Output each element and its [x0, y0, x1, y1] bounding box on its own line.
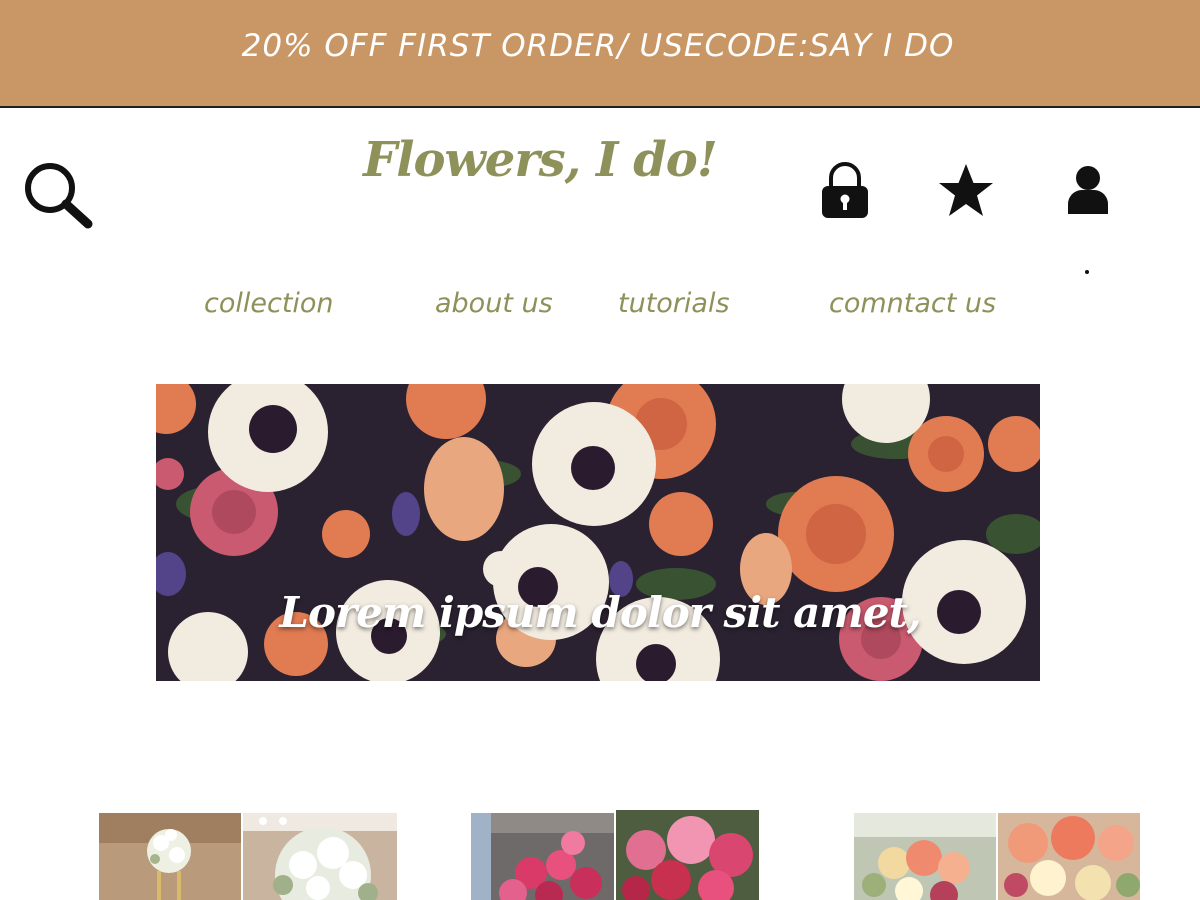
- product-image-white-bouquet[interactable]: [243, 813, 397, 900]
- promo-text: 20% OFF FIRST ORDER/ USECODE:SAY I DO: [241, 28, 955, 64]
- hero-banner: [156, 384, 1040, 681]
- product-image-coral-bouquet[interactable]: [998, 813, 1140, 900]
- lock-icon[interactable]: [818, 162, 872, 220]
- product-image-centerpiece[interactable]: [99, 813, 241, 900]
- product-image-mixed-bouquet[interactable]: [854, 813, 996, 900]
- nav-about-us[interactable]: about us: [435, 288, 553, 319]
- nav-tutorials[interactable]: tutorials: [618, 288, 730, 319]
- product-image-pink-roses[interactable]: [471, 813, 614, 900]
- dot-mark: [1085, 270, 1089, 274]
- nav-collection[interactable]: collection: [204, 288, 334, 319]
- brand-logo[interactable]: Flowers, I do!: [360, 132, 720, 188]
- product-image-pink-bouquet[interactable]: [616, 810, 759, 900]
- nav-contact-us[interactable]: comntact us: [829, 288, 996, 319]
- user-icon[interactable]: [1064, 164, 1112, 216]
- star-icon[interactable]: [936, 162, 996, 220]
- hero-flowers-image: [156, 384, 1040, 681]
- promo-banner: 20% OFF FIRST ORDER/ USECODE:SAY I DO: [0, 0, 1200, 108]
- search-icon[interactable]: [22, 160, 94, 232]
